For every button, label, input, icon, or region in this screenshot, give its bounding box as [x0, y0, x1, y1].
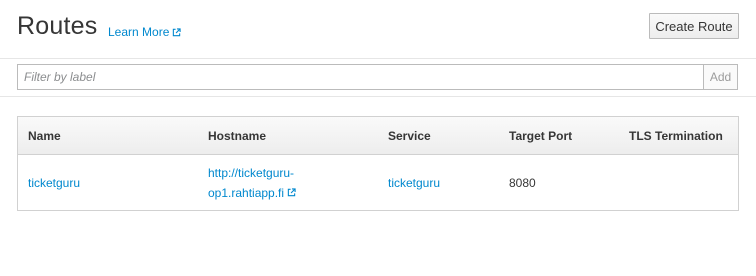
route-name-link[interactable]: ticketguru	[28, 173, 80, 193]
route-target-port: 8080	[509, 176, 536, 190]
create-route-button[interactable]: Create Route	[649, 13, 739, 39]
external-link-icon	[288, 188, 297, 197]
learn-more-link[interactable]: Learn More	[108, 25, 182, 39]
filter-by-label-input[interactable]	[17, 64, 703, 90]
column-header-tls-termination[interactable]: TLS Termination	[629, 129, 723, 143]
hostname-line-1: http://ticketguru-	[208, 166, 295, 180]
filter-bar: Add	[0, 58, 756, 97]
column-header-target-port[interactable]: Target Port	[509, 129, 572, 143]
routes-table: Name Hostname Service Target Port TLS Te…	[17, 116, 739, 211]
learn-more-label: Learn More	[108, 25, 170, 39]
route-hostname-link[interactable]: http://ticketguru- op1.rahtiapp.fi	[208, 163, 358, 203]
external-link-icon	[173, 27, 182, 36]
page-title: Routes	[17, 12, 98, 40]
route-service-link[interactable]: ticketguru	[388, 173, 440, 193]
page-header: Routes Learn More Create Route	[0, 0, 756, 59]
column-header-name[interactable]: Name	[28, 129, 61, 143]
add-filter-button[interactable]: Add	[703, 64, 738, 90]
column-header-hostname[interactable]: Hostname	[208, 129, 266, 143]
column-header-service[interactable]: Service	[388, 129, 431, 143]
hostname-line-2: op1.rahtiapp.fi	[208, 186, 285, 200]
table-header: Name Hostname Service Target Port TLS Te…	[18, 117, 738, 155]
routes-page: Routes Learn More Create Route Add Name …	[0, 0, 756, 276]
